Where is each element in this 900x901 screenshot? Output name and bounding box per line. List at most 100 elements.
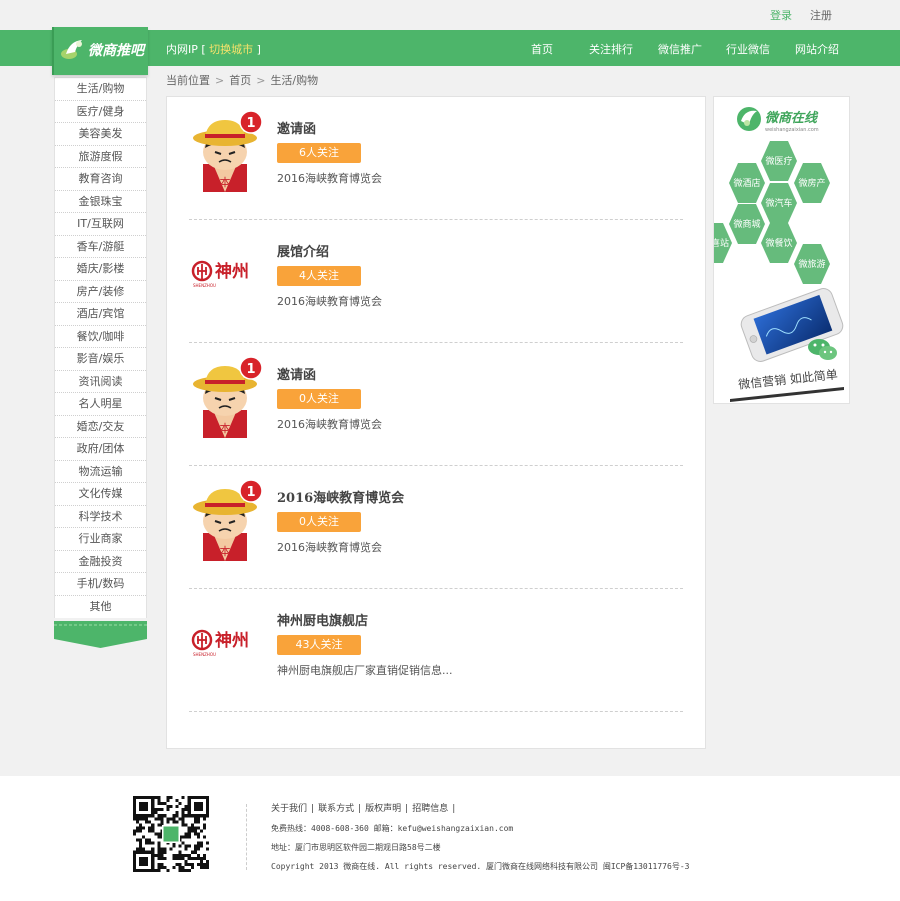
list-item: 本 1 2016海峡教育博览会 0人关注 2016海峡教育博览会	[189, 466, 683, 589]
wechat-icon	[808, 339, 837, 360]
sidebar-footer-ribbon	[54, 621, 147, 648]
site-logo[interactable]: 微商推吧	[52, 27, 148, 75]
breadcrumb-label: 当前位置	[166, 74, 210, 87]
onepiece-avatar-icon: 本1	[193, 110, 263, 192]
sidebar-category-item[interactable]: 旅游度假	[55, 146, 146, 168]
item-thumbnail[interactable]: 本1	[183, 477, 267, 561]
breadcrumb-home[interactable]: 首页	[229, 74, 251, 87]
shenzhou-logo-icon: 神州SHENZHOU	[191, 629, 249, 657]
sidebar-category-item[interactable]: 餐饮/咖啡	[55, 326, 146, 348]
switch-city-link[interactable]: 切换城市	[209, 43, 253, 56]
footer-link-separator: |	[358, 804, 362, 814]
follow-button[interactable]: 0人关注	[277, 512, 361, 532]
item-description: 2016海峡教育博览会	[277, 541, 382, 554]
thumb-chest-text: 本	[220, 175, 231, 189]
sidebar-category-item[interactable]: 其他	[55, 596, 146, 619]
ip-info: 内网IP [ 切换城市 ]	[166, 41, 261, 57]
ip-bracket: ]	[256, 43, 261, 56]
sidebar-category-item[interactable]: 金融投资	[55, 551, 146, 573]
site-footer: 关于我们 | 联系方式 | 版权声明 | 招聘信息 | 免费热线：4008-608-360 邮…	[0, 776, 900, 901]
account-list: 本 1 邀请函 6人关注 2016海峡教育博览会 神州 SHENZHOU 展馆介绍 4人关注 20…	[166, 96, 706, 749]
sidebar-category-item[interactable]: 手机/数码	[55, 573, 146, 596]
ad-hex-label: 微餐饮	[765, 237, 792, 249]
item-thumbnail[interactable]: 神州 SHENZHOU	[183, 231, 267, 315]
ad-hex-label: 微医疗	[765, 155, 792, 167]
sidebar-category-item[interactable]: 酒店/宾馆	[55, 303, 146, 326]
ad-hex-label: 微酒店	[733, 177, 760, 189]
ad-hex-label: 微旅游	[798, 258, 825, 270]
footer-copyright: Copyright 2013 微商在线. All rights reserved…	[271, 862, 690, 871]
footer-link-separator: |	[311, 804, 315, 814]
footer-link-separator: |	[405, 804, 409, 814]
category-sidebar: 生活/购物 医疗/健身 美容美发 旅游度假 教育咨询 金银珠宝 IT/互联网 香车/游艇 婚庆/…	[54, 77, 147, 618]
list-item: 神州 SHENZHOU 神州厨电旗舰店 43人关注神州厨电旗舰店厂家直销促销信息...	[189, 589, 683, 712]
footer-link-jobs[interactable]: 招聘信息	[412, 804, 448, 814]
sidebar-category-item[interactable]: 名人明星	[55, 393, 146, 416]
footer-links: 关于我们 | 联系方式 | 版权声明 | 招聘信息 |	[271, 801, 459, 814]
item-thumbnail[interactable]: 神州 SHENZHOU	[183, 600, 267, 684]
sidebar-category-item[interactable]: 资讯阅读	[55, 371, 146, 393]
sidebar-category-item[interactable]: 婚庆/影楼	[55, 258, 146, 281]
qr-code-icon	[133, 796, 209, 872]
item-thumbnail[interactable]: 本1	[183, 108, 267, 192]
nav-follow-ranking[interactable]: 关注排行	[589, 41, 633, 57]
register-link[interactable]: 注册	[810, 7, 832, 23]
sidebar-category-item[interactable]: 房产/装修	[55, 281, 146, 303]
sidebar-category-item[interactable]: 政府/团体	[55, 438, 146, 461]
sidebar-category-item[interactable]: 香车/游艇	[55, 236, 146, 258]
item-title[interactable]: 邀请函	[277, 118, 316, 137]
onepiece-avatar-icon: 本1	[193, 479, 263, 561]
breadcrumb-separator: >	[256, 74, 266, 87]
sidebar-category-item[interactable]: 教育咨询	[55, 168, 146, 191]
list-item: 本 1 邀请函 0人关注 2016海峡教育博览会	[189, 343, 683, 466]
footer-link-contact[interactable]: 联系方式	[318, 804, 354, 814]
rank-badge-number: 1	[246, 362, 255, 377]
breadcrumb-current: 生活/购物	[270, 74, 319, 87]
sidebar-category-item[interactable]: 美容美发	[55, 123, 146, 146]
ad-banner[interactable]: 微商在线 weishangzaixian.com 微医疗 微酒店 微房产 微汽车…	[713, 96, 850, 404]
rank-badge-number: 1	[246, 116, 255, 131]
logo-mark-icon	[61, 40, 82, 59]
item-description: 2016海峡教育博览会	[277, 295, 382, 308]
footer-link-about[interactable]: 关于我们	[271, 804, 307, 814]
sidebar-category-item[interactable]: 行业商家	[55, 528, 146, 551]
nav-industry-wechat[interactable]: 行业微信	[726, 41, 770, 57]
sidebar-category-item[interactable]: 影音/娱乐	[55, 348, 146, 371]
item-title[interactable]: 神州厨电旗舰店	[277, 610, 368, 629]
login-link[interactable]: 登录	[770, 7, 792, 23]
item-thumbnail[interactable]: 本1	[183, 354, 267, 438]
list-item: 神州 SHENZHOU 展馆介绍 4人关注 2016海峡教育博览会	[189, 220, 683, 343]
ad-slogan: 微信营销 如此简单	[738, 366, 839, 391]
thumb-chest-text: 本	[220, 544, 231, 558]
ad-brand-domain: weishangzaixian.com	[765, 127, 819, 133]
follow-button[interactable]: 4人关注	[277, 266, 361, 286]
item-title[interactable]: 2016海峡教育博览会	[277, 487, 404, 506]
sidebar-category-item[interactable]: 生活/购物	[55, 78, 146, 101]
item-title[interactable]: 展馆介绍	[277, 241, 329, 260]
sidebar-category-item[interactable]: 文化传媒	[55, 483, 146, 506]
footer-link-copyright[interactable]: 版权声明	[365, 804, 401, 814]
follow-button[interactable]: 43人关注	[277, 635, 361, 655]
rank-badge-number: 1	[246, 485, 255, 500]
top-bar: 登录 注册	[0, 0, 900, 30]
sidebar-category-item[interactable]: 物流运输	[55, 461, 146, 483]
sidebar-category-item[interactable]: 医疗/健身	[55, 101, 146, 123]
breadcrumb-separator: >	[215, 74, 225, 87]
onepiece-avatar-icon: 本1	[193, 356, 263, 438]
ad-hex-label: 微商城	[733, 218, 760, 230]
follow-button[interactable]: 6人关注	[277, 143, 361, 163]
list-item: 本 1 邀请函 6人关注 2016海峡教育博览会	[189, 97, 683, 220]
sidebar-category-item[interactable]: IT/互联网	[55, 213, 146, 236]
follow-button[interactable]: 0人关注	[277, 389, 361, 409]
ad-hex-label: 微房产	[798, 177, 825, 189]
sidebar-category-item[interactable]: 婚恋/交友	[55, 416, 146, 438]
footer-hotline: 免费热线：4008-608-360 邮箱：kefu@weishangzaixia…	[271, 824, 514, 833]
item-description: 神州厨电旗舰店厂家直销促销信息...	[277, 664, 453, 677]
sidebar-category-item[interactable]: 科学技术	[55, 506, 146, 528]
nav-site-intro[interactable]: 网站介绍	[795, 41, 839, 57]
sidebar-category-item[interactable]: 金银珠宝	[55, 191, 146, 213]
footer-link-separator: |	[452, 804, 456, 814]
item-title[interactable]: 邀请函	[277, 364, 316, 383]
nav-home[interactable]: 首页	[531, 41, 553, 57]
nav-wechat-promotion[interactable]: 微信推广	[658, 41, 702, 57]
